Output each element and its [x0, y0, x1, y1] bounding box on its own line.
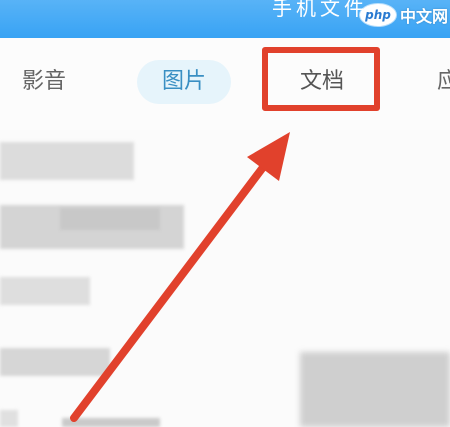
list-item-detail — [60, 208, 160, 230]
tab-apps[interactable]: 应 — [437, 62, 450, 102]
list-item-detail — [0, 410, 18, 427]
annotation-highlight-box — [262, 47, 380, 111]
watermark: php 中文网 — [359, 2, 448, 28]
watermark-logo: php — [359, 4, 396, 26]
watermark-text: 中文网 — [399, 7, 448, 26]
blurred-thumbnail — [300, 352, 450, 427]
list-item-detail — [62, 418, 160, 427]
list-item[interactable] — [0, 277, 90, 305]
list-item[interactable] — [0, 348, 110, 376]
tab-images[interactable]: 图片 — [137, 60, 231, 104]
page-title: 手机文件 — [272, 0, 368, 20]
category-tabs: 影音 图片 文档 应 — [0, 38, 450, 130]
tab-audio-video[interactable]: 影音 — [22, 62, 66, 102]
screen: 手机文件 php 中文网 影音 图片 文档 应 — [0, 0, 450, 427]
app-header: 手机文件 php 中文网 — [0, 0, 450, 38]
list-item[interactable] — [0, 142, 134, 180]
